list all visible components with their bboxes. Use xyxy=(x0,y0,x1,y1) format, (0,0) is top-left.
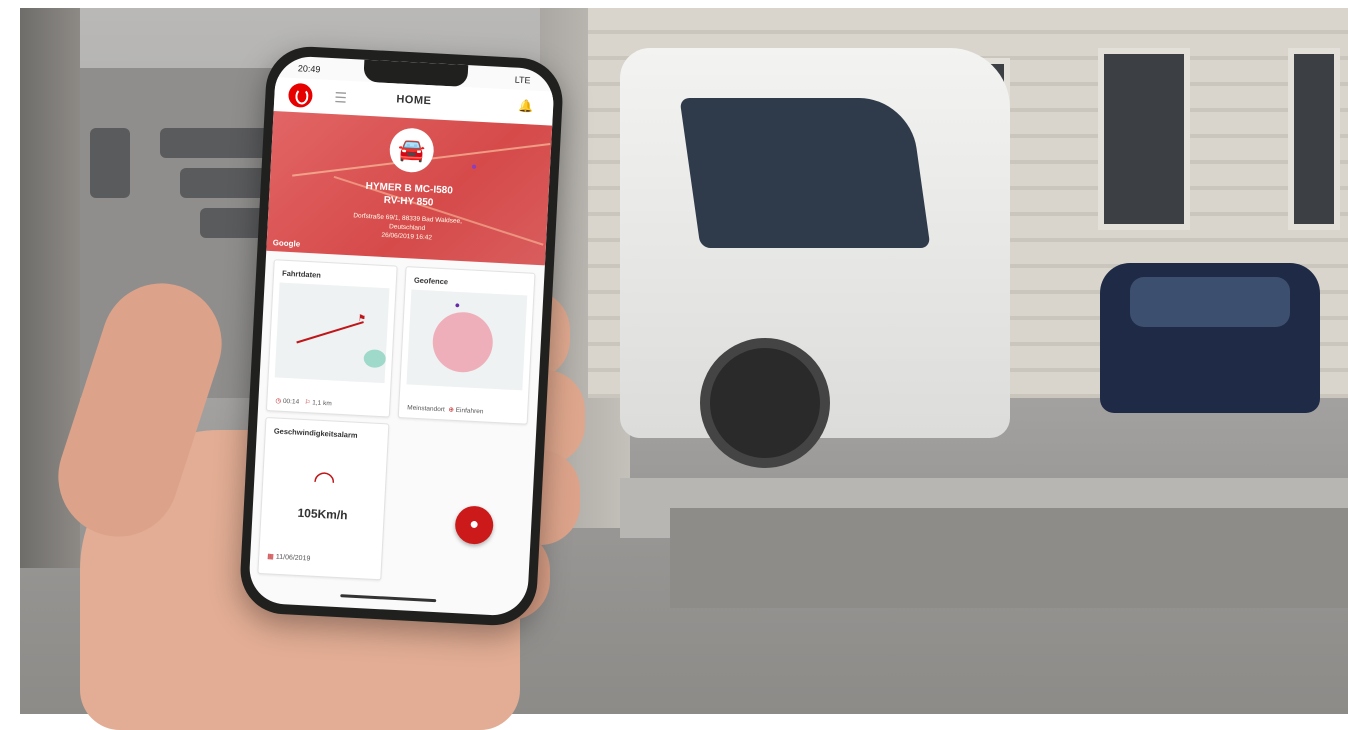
trip-distance: 1,1 km xyxy=(312,399,332,408)
clock-icon: ◷ xyxy=(275,397,282,405)
fahrtdaten-card[interactable]: Fahrtdaten ⚑ ◷ 00:14 ⚐ 1,1 km xyxy=(265,259,398,418)
car-icon: 🚘 xyxy=(388,127,435,174)
flag-icon: ⚐ xyxy=(304,399,311,407)
bell-icon[interactable]: 🔔 xyxy=(518,99,534,114)
user-icon: ● xyxy=(468,515,480,534)
alarm-date: ▦ 11/06/2019 xyxy=(267,552,310,562)
card-title: Geschwindigkeitsalarm xyxy=(273,426,358,440)
speedometer-icon: ◠ xyxy=(312,464,337,496)
parked-car xyxy=(1100,263,1320,413)
motorhome xyxy=(620,48,1010,468)
smartphone: 20:49 LTE ☰ HOME 🔔 🚘 ● HYMER B MC-I580 R… xyxy=(238,44,565,628)
page-title: HOME xyxy=(396,93,432,108)
profile-button[interactable]: ● xyxy=(454,505,495,546)
speed-value: 105Km/h xyxy=(297,505,348,523)
map-pin-icon: ● xyxy=(470,161,478,173)
geofence-map: ● xyxy=(406,289,528,391)
trip-duration: 00:14 xyxy=(282,397,300,406)
trip-meta: ◷ 00:14 ⚐ 1,1 km xyxy=(275,396,383,410)
lake xyxy=(363,349,387,369)
vehicle-location-map[interactable]: 🚘 ● HYMER B MC-I580 RV-HY 850 Dorfstraße… xyxy=(266,110,553,266)
geofence-meta: Meinstandort ⊕ Einfahren xyxy=(407,403,521,417)
home-indicator[interactable] xyxy=(340,594,437,603)
card-title: Geofence xyxy=(413,275,449,287)
app-screen: 20:49 LTE ☰ HOME 🔔 🚘 ● HYMER B MC-I580 R… xyxy=(247,55,556,617)
map-attribution: Google xyxy=(272,238,301,249)
trip-map: ⚑ xyxy=(274,282,390,384)
street xyxy=(670,508,1348,608)
speed-alarm-card[interactable]: Geschwindigkeitsalarm ◠ 105Km/h ▦ 11/06/… xyxy=(257,416,390,581)
enter-icon[interactable]: ⊕ xyxy=(448,407,454,414)
status-network: LTE xyxy=(514,74,531,86)
geofence-action[interactable]: Einfahren xyxy=(455,407,483,415)
calendar-icon: ▦ xyxy=(267,553,275,561)
alarm-date-value: 11/06/2019 xyxy=(275,553,311,563)
card-title: Fahrtdaten xyxy=(281,268,322,280)
geofence-card[interactable]: Geofence ● Meinstandort ⊕ Einfahren xyxy=(397,266,536,425)
route-line xyxy=(296,321,364,344)
status-time: 20:49 xyxy=(297,63,321,75)
flag-icon: ⚑ xyxy=(357,312,367,324)
geofence-label: Meinstandort xyxy=(407,404,445,414)
map-pin-icon: ● xyxy=(454,299,461,311)
geofence-circle xyxy=(431,310,495,374)
